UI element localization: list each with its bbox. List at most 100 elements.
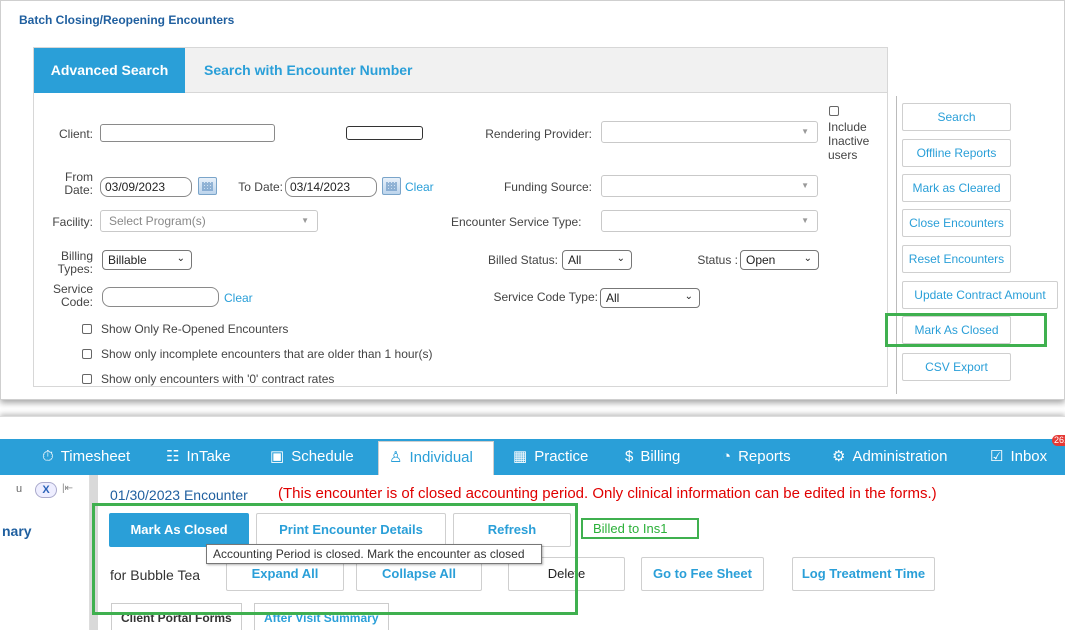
- include-inactive-label: Include Inactive users: [828, 120, 870, 162]
- tab-search-encounter-number[interactable]: Search with Encounter Number: [190, 48, 426, 93]
- from-date-input[interactable]: 03/09/2023: [100, 177, 192, 197]
- person-icon: ♙: [389, 449, 403, 466]
- service-code-type-label: Service Code Type:: [493, 290, 598, 304]
- nav-inbox-label: Inbox: [1010, 448, 1048, 465]
- billing-types-label: Billing Types:: [57, 249, 93, 276]
- service-code-label: Service Code:: [52, 282, 93, 309]
- clear-service-code-link[interactable]: Clear: [224, 291, 253, 305]
- billing-types-select[interactable]: Billable ⌄: [102, 250, 192, 270]
- sidebar-summary-label[interactable]: nary: [2, 523, 32, 539]
- nav-billing-label: Billing: [640, 448, 681, 465]
- from-date-label: From Date:: [64, 170, 93, 197]
- encounter-service-type-select[interactable]: ▼: [601, 210, 818, 232]
- zero-contract-checkbox[interactable]: [82, 374, 92, 384]
- service-code-input[interactable]: [102, 287, 219, 307]
- caret-down-icon: ▼: [801, 216, 809, 225]
- nav-practice-label: Practice: [534, 448, 589, 465]
- client-label: Client:: [58, 127, 93, 141]
- clock-plus-icon: ⏱: [42, 448, 54, 465]
- rendering-provider-label: Rendering Provider:: [485, 127, 592, 141]
- inbox-icon: ☑: [990, 448, 1004, 465]
- status-select[interactable]: Open ⌄: [740, 250, 819, 270]
- calendar-icon[interactable]: [198, 177, 217, 195]
- clear-date-link[interactable]: Clear: [405, 180, 434, 194]
- invoice-icon: $: [625, 448, 634, 465]
- collapse-icon[interactable]: |⇤: [62, 483, 73, 494]
- chevron-down-icon: ⌄: [616, 253, 625, 264]
- nav-individual[interactable]: ♙ Individual: [378, 441, 494, 475]
- incomplete-checkbox[interactable]: [82, 349, 92, 359]
- incomplete-label: Show only incomplete encounters that are…: [101, 347, 433, 361]
- billed-status-badge: Billed to Ins1: [581, 518, 699, 539]
- chevron-down-icon: ⌄: [803, 253, 812, 264]
- actions-divider: [896, 96, 897, 394]
- nav-reports-label: Reports: [738, 448, 791, 465]
- facility-placeholder: Select Program(s): [109, 214, 206, 228]
- encounter-panel: ⏱ Timesheet ☷ InTake ▣ Schedule ♙ Individual…: [0, 416, 1065, 630]
- nav-schedule[interactable]: ▣ Schedule: [270, 439, 354, 475]
- nav-administration[interactable]: ⚙ Administration: [832, 439, 948, 475]
- reset-encounters-button[interactable]: Reset Encounters: [902, 245, 1011, 273]
- facility-select[interactable]: Select Program(s) ▼: [100, 210, 318, 232]
- closed-period-warning: (This encounter is of closed accounting …: [278, 485, 937, 502]
- nav-billing[interactable]: $ Billing: [625, 439, 680, 475]
- go-to-fee-sheet-button[interactable]: Go to Fee Sheet: [641, 557, 764, 591]
- left-sidebar: u X |⇤ nary: [0, 475, 90, 630]
- highlight-box: [92, 503, 578, 615]
- to-date-input[interactable]: 03/14/2023: [285, 177, 377, 197]
- billed-status-value: All: [568, 253, 582, 267]
- nav-practice[interactable]: ▦ Practice: [513, 439, 588, 475]
- page-title: Batch Closing/Reopening Encounters: [19, 13, 235, 27]
- nav-individual-label: Individual: [409, 449, 473, 466]
- status-label: Status :: [697, 253, 738, 267]
- search-button[interactable]: Search: [902, 103, 1011, 131]
- inbox-badge: 261: [1052, 435, 1065, 446]
- rendering-provider-select[interactable]: ▼: [601, 121, 818, 143]
- service-code-type-select[interactable]: All ⌄: [600, 288, 700, 308]
- billing-types-value: Billable: [108, 253, 147, 267]
- chevron-down-icon: ⌄: [684, 291, 693, 302]
- calendar-icon[interactable]: [382, 177, 401, 195]
- nav-timesheet[interactable]: ⏱ Timesheet: [42, 439, 130, 475]
- main-navbar: ⏱ Timesheet ☷ InTake ▣ Schedule ♙ Individual…: [0, 435, 1065, 475]
- include-inactive-checkbox[interactable]: [829, 106, 839, 116]
- billed-status-select[interactable]: All ⌄: [562, 250, 632, 270]
- client-input[interactable]: [100, 124, 275, 142]
- practice-icon: ▦: [513, 448, 528, 465]
- caret-down-icon: ▼: [801, 127, 809, 136]
- log-treatment-time-button[interactable]: Log Treatment Time: [792, 557, 935, 591]
- update-contract-amount-button[interactable]: Update Contract Amount: [902, 281, 1058, 309]
- tab-advanced-search[interactable]: Advanced Search: [34, 48, 185, 93]
- csv-export-button[interactable]: CSV Export: [902, 353, 1011, 381]
- reopened-checkbox[interactable]: [82, 324, 92, 334]
- reopened-label: Show Only Re-Opened Encounters: [101, 322, 289, 336]
- mark-as-cleared-button[interactable]: Mark as Cleared: [902, 174, 1011, 202]
- caret-down-icon: ▼: [301, 216, 309, 225]
- sidebar-stub: u: [16, 483, 23, 495]
- batch-closing-panel: Batch Closing/Reopening Encounters Advan…: [0, 0, 1065, 400]
- caret-down-icon: ▼: [801, 181, 809, 190]
- highlight-box: [885, 313, 1047, 347]
- nav-intake[interactable]: ☷ InTake: [166, 439, 231, 475]
- funding-source-label: Funding Source:: [503, 180, 592, 194]
- service-code-type-value: All: [606, 291, 620, 305]
- nav-reports[interactable]: ◔ Reports: [722, 439, 791, 475]
- to-date-label: To Date:: [238, 180, 283, 194]
- offline-reports-button[interactable]: Offline Reports: [902, 139, 1011, 167]
- nav-intake-label: InTake: [186, 448, 231, 465]
- funding-source-select[interactable]: ▼: [601, 175, 818, 197]
- close-icon[interactable]: X: [35, 482, 57, 498]
- search-tabs: Advanced Search Search with Encounter Nu…: [34, 48, 887, 93]
- nav-timesheet-label: Timesheet: [60, 448, 131, 465]
- chevron-down-icon: ⌄: [176, 253, 185, 264]
- nav-schedule-label: Schedule: [291, 448, 354, 465]
- encounter-date: 01/30/2023 Encounter: [110, 487, 248, 503]
- zero-contract-label: Show only encounters with '0' contract r…: [101, 372, 335, 386]
- client-extra-input[interactable]: [346, 126, 423, 140]
- status-value: Open: [746, 253, 776, 267]
- nav-inbox[interactable]: ☑ Inbox 261: [990, 435, 1065, 475]
- billed-status-label: Billed Status:: [487, 253, 558, 267]
- close-encounters-button[interactable]: Close Encounters: [902, 209, 1011, 237]
- intake-icon: ☷: [166, 448, 180, 465]
- calendar-icon: ▣: [270, 448, 285, 465]
